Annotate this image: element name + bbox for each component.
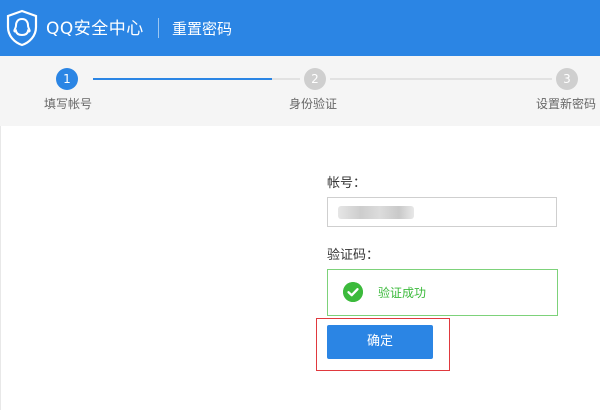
captcha-label: 验证码： xyxy=(327,248,380,263)
step-progress: 1 填写帐号 2 身份验证 3 设置新密码 xyxy=(0,56,600,126)
header-divider xyxy=(158,18,159,38)
left-border xyxy=(0,126,1,410)
step-1-number: 1 xyxy=(56,68,78,90)
step-1-label: 填写帐号 xyxy=(44,97,93,111)
confirm-button[interactable]: 确定 xyxy=(327,325,433,359)
blurred-account-value xyxy=(338,206,414,219)
account-label: 帐号： xyxy=(327,176,367,191)
step-3-label: 设置新密码 xyxy=(536,97,597,111)
step-connector-1-pending xyxy=(272,78,300,80)
verify-status-text: 验证成功 xyxy=(378,286,427,300)
captcha-verification-box: 验证成功 xyxy=(327,269,558,316)
step-connector-1-complete xyxy=(93,78,272,80)
page-subtitle: 重置密码 xyxy=(172,20,233,38)
header-bar: QQ安全中心 重置密码 xyxy=(0,0,600,56)
step-2-number: 2 xyxy=(304,68,326,90)
step-connector-2 xyxy=(330,78,552,80)
qq-shield-logo-icon xyxy=(6,9,38,47)
check-circle-icon xyxy=(343,282,363,302)
step-3-number: 3 xyxy=(556,68,578,90)
account-input[interactable] xyxy=(327,197,557,227)
brand-title: QQ安全中心 xyxy=(46,19,144,39)
step-2-label: 身份验证 xyxy=(289,97,338,111)
